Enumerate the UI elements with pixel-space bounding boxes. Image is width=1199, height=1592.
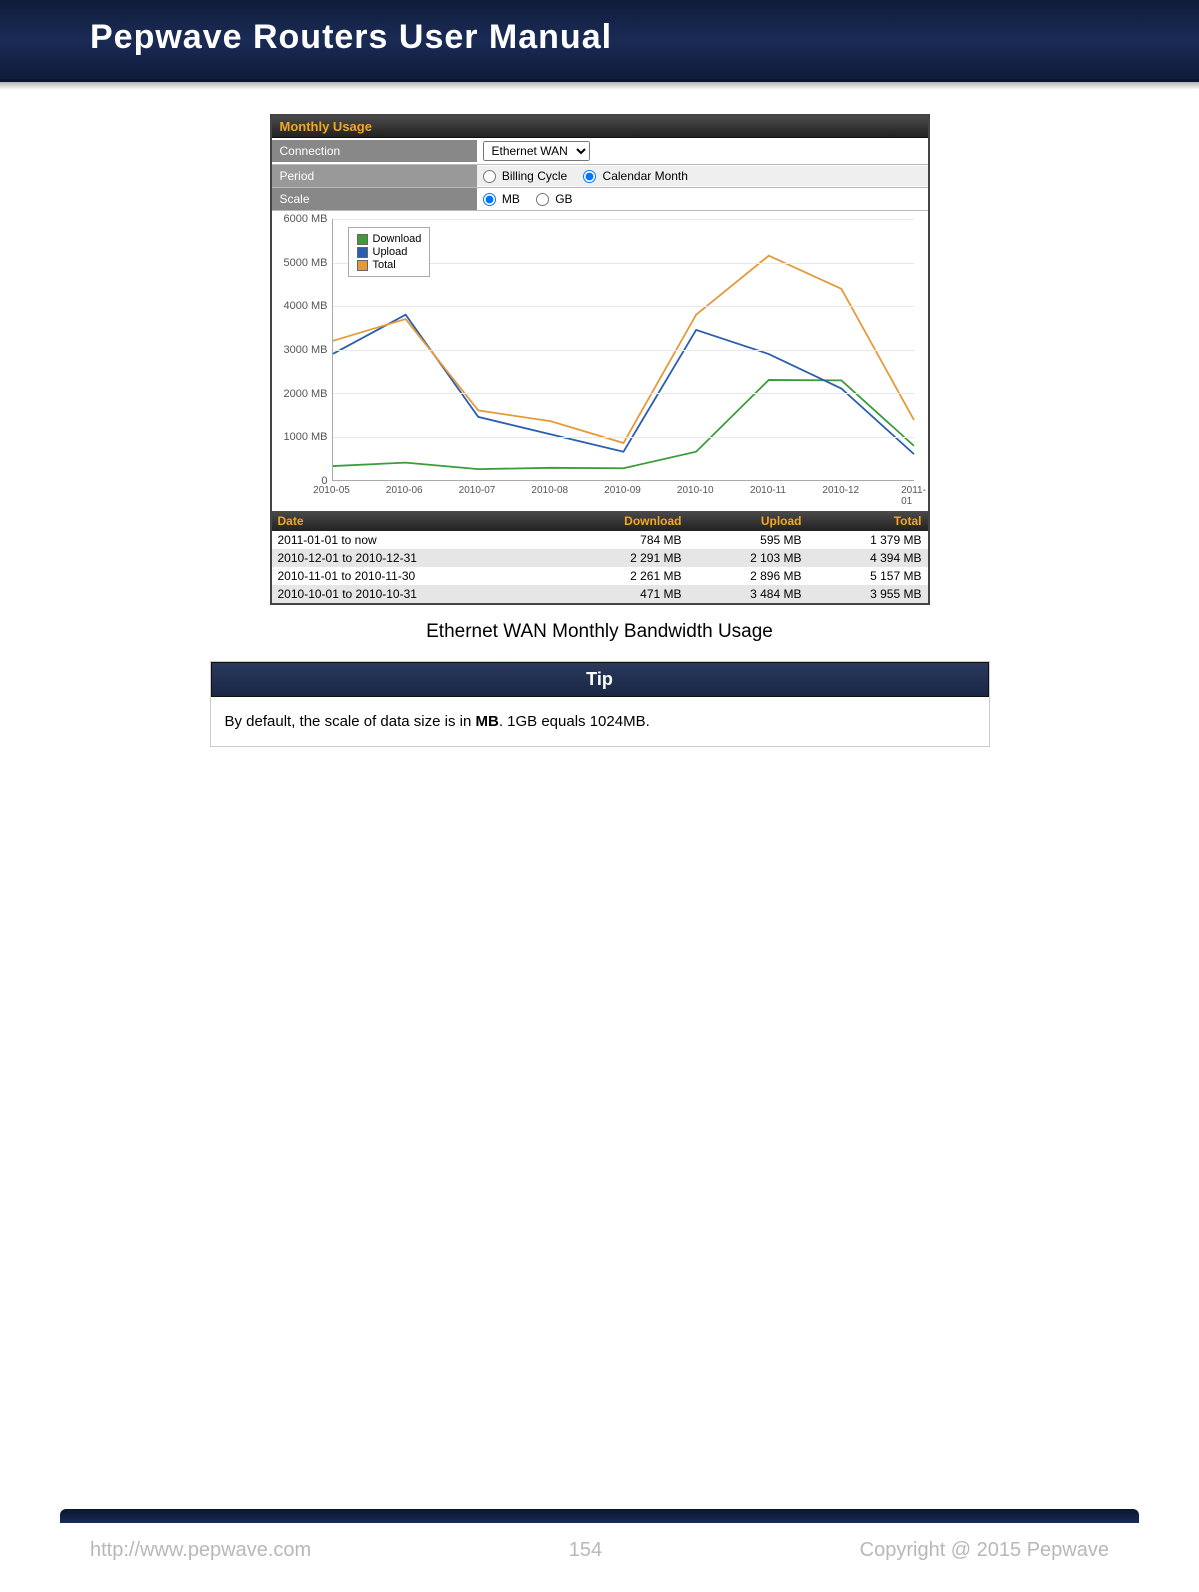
tip-body: By default, the scale of data size is in…: [211, 697, 989, 746]
label-connection: Connection: [272, 140, 477, 162]
period-calendar[interactable]: Calendar Month: [583, 169, 688, 183]
row-connection: Connection Ethernet WAN: [272, 138, 928, 165]
scale-gb[interactable]: GB: [536, 192, 573, 206]
x-tick: 2010-05: [313, 485, 350, 496]
legend-upload: Upload: [373, 246, 408, 258]
footer-copyright: Copyright @ 2015 Pepwave: [860, 1539, 1109, 1562]
col-total: Total: [802, 514, 922, 528]
table-row: 2011-01-01 to now784 MB595 MB1 379 MB: [272, 531, 928, 549]
table-row: 2010-12-01 to 2010-12-312 291 MB2 103 MB…: [272, 549, 928, 567]
tip-title: Tip: [211, 662, 989, 697]
col-upload: Upload: [682, 514, 802, 528]
table-row: 2010-11-01 to 2010-11-302 261 MB2 896 MB…: [272, 567, 928, 585]
period-billing[interactable]: Billing Cycle: [483, 169, 568, 183]
panel-title: Monthly Usage: [272, 116, 928, 138]
period-opt1-label: Billing Cycle: [502, 169, 567, 183]
x-tick: 2010-09: [604, 485, 641, 496]
scale-mb[interactable]: MB: [483, 192, 520, 206]
row-scale: Scale MB GB: [272, 188, 928, 211]
connection-select[interactable]: Ethernet WAN: [483, 141, 590, 161]
col-date: Date: [278, 514, 562, 528]
table-header: Date Download Upload Total: [272, 511, 928, 531]
chart-legend: Download Upload Total: [348, 227, 431, 277]
scale-opt2-label: GB: [555, 192, 572, 206]
y-tick: 4000 MB: [283, 300, 327, 312]
legend-download: Download: [373, 233, 422, 245]
tip-pre: By default, the scale of data size is in: [225, 713, 476, 730]
y-tick: 1000 MB: [283, 431, 327, 443]
page-footer: http://www.pepwave.com 154 Copyright @ 2…: [0, 1509, 1199, 1592]
y-tick: 6000 MB: [283, 213, 327, 225]
x-tick: 2010-06: [386, 485, 423, 496]
tip-box: Tip By default, the scale of data size i…: [210, 661, 990, 747]
legend-total: Total: [373, 259, 396, 271]
chart: 01000 MB2000 MB3000 MB4000 MB5000 MB6000…: [272, 211, 928, 511]
label-period: Period: [272, 165, 477, 187]
tip-bold: MB: [475, 713, 498, 730]
tip-post: . 1GB equals 1024MB.: [499, 713, 650, 730]
row-period: Period Billing Cycle Calendar Month: [272, 165, 928, 188]
period-opt2-label: Calendar Month: [603, 169, 688, 183]
y-tick: 2000 MB: [283, 388, 327, 400]
label-scale: Scale: [272, 188, 477, 210]
table-body: 2011-01-01 to now784 MB595 MB1 379 MB201…: [272, 531, 928, 603]
x-tick: 2010-11: [750, 485, 786, 496]
table-row: 2010-10-01 to 2010-10-31471 MB3 484 MB3 …: [272, 585, 928, 603]
x-tick: 2010-12: [822, 485, 859, 496]
scale-opt1-label: MB: [502, 192, 520, 206]
y-tick: 5000 MB: [283, 257, 327, 269]
usage-panel: Monthly Usage Connection Ethernet WAN Pe…: [270, 114, 930, 605]
x-tick: 2011-01: [901, 485, 926, 507]
footer-url: http://www.pepwave.com: [90, 1539, 311, 1562]
header-shadow: [0, 82, 1199, 90]
page-title: Pepwave Routers User Manual: [0, 0, 1199, 82]
figure-caption: Ethernet WAN Monthly Bandwidth Usage: [8, 621, 1191, 643]
y-tick: 3000 MB: [283, 344, 327, 356]
col-download: Download: [562, 514, 682, 528]
x-tick: 2010-08: [531, 485, 568, 496]
x-tick: 2010-07: [459, 485, 496, 496]
footer-page: 154: [569, 1539, 602, 1562]
x-tick: 2010-10: [677, 485, 714, 496]
